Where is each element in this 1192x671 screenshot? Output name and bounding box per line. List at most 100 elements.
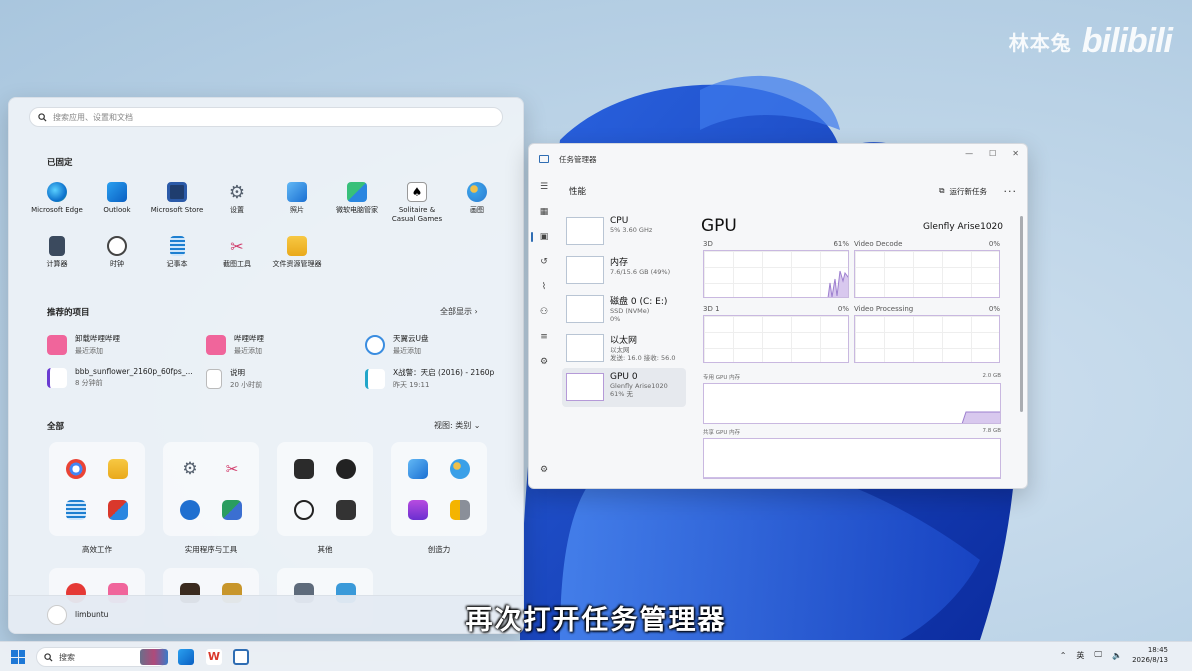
close-button[interactable]: ✕: [1012, 149, 1019, 158]
category-folder-creativity[interactable]: [391, 442, 487, 536]
view-label: 视图: 类别: [434, 421, 472, 430]
engine-value: 0%: [988, 240, 1000, 248]
resource-name: 内存: [610, 258, 629, 268]
calculator-icon: [49, 236, 65, 256]
resource-thumbnail: [566, 256, 604, 284]
maximize-button[interactable]: ☐: [989, 149, 996, 158]
page-title: 性能: [569, 187, 587, 197]
users-icon[interactable]: ⚇: [529, 299, 559, 324]
store-icon: [167, 182, 187, 202]
resource-memory[interactable]: 内存 7.6/15.6 GB (49%): [562, 251, 686, 290]
calculator-icon: [336, 500, 356, 520]
pinned-notepad[interactable]: 记事本: [147, 236, 207, 269]
edge-icon: [47, 182, 67, 202]
recommended-item[interactable]: 卸载哔哩哔哩 最近添加: [47, 333, 120, 356]
minimize-button[interactable]: —: [965, 149, 973, 158]
title-bar[interactable]: 任务管理器 — ☐ ✕: [529, 144, 1027, 174]
category-label: 实用程序与工具: [184, 545, 238, 554]
pc-manager-icon: [347, 182, 367, 202]
all-apps-title: 全部: [47, 422, 65, 432]
engine-graph-3d[interactable]: 3D 61%: [703, 240, 849, 298]
recommended-item[interactable]: 说明 20 小时前: [206, 367, 262, 390]
outlook-taskbar-icon[interactable]: [178, 649, 194, 665]
dedicated-memory-graph[interactable]: 专用 GPU 内存 2.0 GB: [703, 373, 1001, 424]
resource-detail: 61% 无: [610, 390, 634, 398]
resource-list: CPU 5% 3.60 GHz 内存 7.6/15.6 GB (49%) 磁盘 …: [562, 212, 686, 407]
pinned-paint[interactable]: 画图: [447, 182, 507, 215]
resource-cpu[interactable]: CPU 5% 3.60 GHz: [562, 212, 686, 251]
task-manager-taskbar-icon[interactable]: [233, 649, 249, 665]
pinned-solitaire[interactable]: ♠ Solitaire & Casual Games: [387, 182, 447, 224]
engine-graph-video-processing[interactable]: Video Processing 0%: [854, 305, 1000, 363]
recommended-item[interactable]: 哔哩哔哩 最近添加: [206, 333, 264, 356]
resource-name: 以太网: [610, 336, 638, 346]
settings-icon: ⚙: [228, 181, 246, 203]
engine-name: Video Decode: [854, 240, 903, 248]
settings-icon[interactable]: ⚙: [529, 457, 559, 482]
rec-sub: 20 小时前: [230, 381, 263, 389]
resource-detail: Glenfly Arise1020: [610, 382, 668, 390]
category-folder-utilities[interactable]: ⚙ ✂: [163, 442, 259, 536]
startup-apps-icon[interactable]: ⌇: [529, 274, 559, 299]
quick-assist-icon: [180, 500, 200, 520]
start-search-input[interactable]: 搜索应用、设置和文档: [29, 107, 503, 127]
notepad-icon: [169, 236, 185, 256]
show-all-link[interactable]: 全部显示 ›: [440, 306, 478, 317]
processes-icon[interactable]: ▦: [529, 199, 559, 224]
resource-disk[interactable]: 磁盘 0 (C: E:) SSD (NVMe) 0%: [562, 290, 686, 329]
watermark-name: 林本兔: [1008, 31, 1072, 55]
media-player-icon: [294, 459, 314, 479]
pinned-label: Microsoft Edge: [31, 206, 83, 214]
category-folder-productivity[interactable]: [49, 442, 145, 536]
pinned-snipping-tool[interactable]: ✂ 截图工具: [207, 236, 267, 269]
details-icon[interactable]: ≡: [529, 324, 559, 349]
engine-graph-video-decode[interactable]: Video Decode 0%: [854, 240, 1000, 298]
network-icon[interactable]: 🖵: [1094, 650, 1102, 660]
resource-gpu[interactable]: GPU 0 Glenfly Arise1020 61% 无: [562, 368, 686, 407]
pinned-calculator[interactable]: 计算器: [27, 236, 87, 269]
engine-value: 61%: [833, 240, 849, 248]
search-placeholder: 搜索应用、设置和文档: [53, 112, 133, 122]
video-file-icon: [47, 367, 67, 388]
scrollbar[interactable]: [1020, 216, 1023, 412]
view-category-dropdown[interactable]: 视图: 类别 ⌄: [434, 420, 481, 431]
pinned-settings[interactable]: ⚙ 设置: [207, 182, 267, 215]
clock[interactable]: 18:45 2026/8/13: [1132, 645, 1168, 665]
show-all-label: 全部显示: [440, 307, 472, 316]
chevron-up-icon[interactable]: ⌃: [1060, 651, 1067, 660]
services-icon[interactable]: ⚙: [529, 349, 559, 374]
search-highlight-icon[interactable]: [140, 649, 168, 665]
ime-indicator[interactable]: 英: [1076, 650, 1084, 661]
category-folder-other[interactable]: [277, 442, 373, 536]
pinned-store[interactable]: Microsoft Store: [147, 182, 207, 215]
pinned-label: Outlook: [103, 206, 131, 214]
recommended-item[interactable]: bbb_sunflower_2160p_60fps_... 8 分钟前: [47, 367, 193, 388]
pinned-photos[interactable]: 照片: [267, 182, 327, 215]
recommended-item[interactable]: 天翼云U盘 最近添加: [365, 333, 429, 356]
shared-memory-graph[interactable]: 共享 GPU 内存 7.8 GB: [703, 428, 1001, 479]
more-options-button[interactable]: ···: [1004, 185, 1018, 198]
rec-sub: 8 分钟前: [75, 379, 103, 387]
run-task-icon: ⧉: [939, 186, 945, 195]
rec-title: 卸载哔哩哔哩: [75, 334, 120, 343]
pinned-edge[interactable]: Microsoft Edge: [27, 182, 87, 215]
app-history-icon[interactable]: ↺: [529, 249, 559, 274]
resource-ethernet[interactable]: 以太网 以太网 发送: 16.0 接收: 56.0: [562, 329, 686, 368]
chrome-icon: [66, 459, 86, 479]
volume-icon[interactable]: 🔈: [1112, 651, 1122, 660]
rec-title: bbb_sunflower_2160p_60fps_...: [75, 367, 193, 376]
engine-graph-3d-1[interactable]: 3D 1 0%: [703, 305, 849, 363]
pinned-label: 微软电脑管家: [336, 206, 378, 214]
pinned-outlook[interactable]: Outlook: [87, 182, 147, 215]
start-button[interactable]: [11, 650, 25, 664]
performance-icon[interactable]: ▣: [529, 224, 559, 249]
resource-detail: SSD (NVMe): [610, 307, 650, 315]
recommended-item[interactable]: X战警：天启 (2016) - 2160p 昨天 19:11: [365, 367, 494, 390]
wps-taskbar-icon[interactable]: W: [206, 649, 222, 665]
pinned-file-explorer[interactable]: 文件资源管理器: [259, 236, 335, 269]
menu-icon[interactable]: ☰: [529, 174, 559, 199]
pinned-clock[interactable]: 时钟: [87, 236, 147, 269]
pinned-pc-manager[interactable]: 微软电脑管家: [327, 182, 387, 215]
camera-icon: [450, 500, 470, 520]
run-new-task-button[interactable]: ⧉ 运行新任务: [939, 186, 987, 197]
